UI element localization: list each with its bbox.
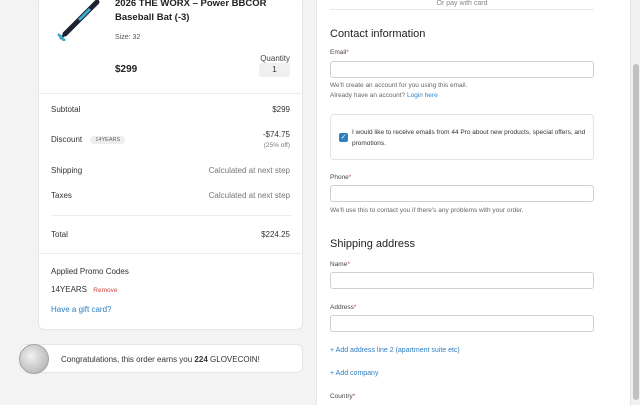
- country-label: Country*: [330, 393, 355, 400]
- required-mark: *: [353, 304, 357, 311]
- email-label: Email*: [330, 49, 349, 56]
- required-mark: *: [346, 49, 349, 56]
- name-field[interactable]: [330, 272, 594, 289]
- phone-label: Phone*: [330, 174, 351, 181]
- subtotal-label: Subtotal: [51, 105, 81, 114]
- divider: [51, 215, 292, 216]
- glovecoin-message: Congratulations, this order earns you 22…: [61, 355, 260, 364]
- divider: [39, 93, 304, 94]
- discount-code-badge: 14YEARS: [90, 135, 126, 144]
- pay-with-card-divider-text: Or pay with card: [436, 0, 488, 7]
- phone-label-text: Phone: [330, 174, 349, 181]
- name-label: Name*: [330, 261, 350, 268]
- discount-note: (25% off): [263, 142, 290, 149]
- login-link[interactable]: Login here: [407, 92, 438, 99]
- marketing-consent[interactable]: ✓ I would like to receive emails from 44…: [330, 114, 594, 160]
- consent-text: I would like to receive emails from 44 P…: [352, 129, 586, 147]
- shipping-label: Shipping: [51, 166, 83, 175]
- phone-field[interactable]: [330, 185, 594, 202]
- promo-codes-title: Applied Promo Codes: [51, 267, 129, 276]
- have-account-text: Already have an account?: [330, 92, 406, 99]
- email-help: We'll create an account for you using th…: [330, 81, 467, 101]
- required-mark: *: [348, 174, 352, 181]
- glovecoin-prefix: Congratulations, this order earns you: [61, 355, 193, 364]
- applied-promo-code: 14YEARS Remove: [51, 285, 117, 294]
- product-title: 2026 THE WORX – Power BBCOR Baseball Bat…: [115, 0, 267, 23]
- product-size: Size: 32: [115, 34, 141, 41]
- shipping-value: Calculated at next step: [208, 166, 290, 175]
- quantity-field[interactable]: 1: [259, 63, 290, 77]
- remove-promo-link[interactable]: Remove: [93, 287, 117, 294]
- email-label-text: Email: [330, 49, 347, 56]
- checkbox-checked-icon[interactable]: ✓: [339, 133, 348, 142]
- address-field[interactable]: [330, 315, 594, 332]
- address-label-text: Address: [330, 304, 354, 311]
- product-price: $299: [115, 64, 138, 75]
- glovecoin-banner: Congratulations, this order earns you 22…: [19, 344, 303, 374]
- shipping-section-title: Shipping address: [330, 238, 416, 250]
- taxes-label: Taxes: [51, 191, 72, 200]
- divider: [330, 9, 594, 10]
- contact-section-title: Contact information: [330, 28, 426, 40]
- taxes-value: Calculated at next step: [208, 191, 290, 200]
- page-scrollbar[interactable]: [630, 0, 640, 405]
- country-label-text: Country: [330, 393, 353, 400]
- checkout-form-column: Or pay with card Contact information Ema…: [316, 0, 630, 405]
- discount-row: Discount 14YEARS: [51, 135, 126, 144]
- discount-value: -$74.75: [262, 130, 290, 139]
- divider: [39, 253, 304, 254]
- discount-label: Discount: [51, 135, 83, 144]
- quantity-label: Quantity: [260, 54, 290, 63]
- email-field[interactable]: [330, 61, 594, 78]
- gift-card-link[interactable]: Have a gift card?: [51, 305, 111, 314]
- required-mark: *: [347, 261, 350, 268]
- name-label-text: Name: [330, 261, 348, 268]
- login-prompt: Already have an account? Login here: [330, 91, 467, 101]
- order-summary-card: 2026 THE WORX – Power BBCOR Baseball Bat…: [38, 0, 304, 330]
- required-mark: *: [352, 393, 356, 400]
- subtotal-value: $299: [272, 105, 290, 114]
- phone-help: We'll use this to contact you if there's…: [330, 207, 524, 214]
- add-company-link[interactable]: + Add company: [330, 370, 378, 377]
- glovecoin-suffix: GLOVECOIN!: [210, 355, 260, 364]
- glovecoin-amount: 224: [194, 355, 208, 364]
- promo-code-text: 14YEARS: [51, 285, 88, 294]
- scrollbar-thumb[interactable]: [633, 64, 639, 400]
- email-help-text: We'll create an account for you using th…: [330, 82, 468, 89]
- address-label: Address*: [330, 304, 356, 311]
- add-address-line-link[interactable]: + Add address line 2 (apartment suite et…: [330, 347, 460, 354]
- glovecoin-icon: [19, 344, 49, 374]
- total-label: Total: [51, 230, 68, 239]
- baseball-bat-image: [57, 0, 100, 41]
- total-value: $224.25: [261, 230, 290, 239]
- order-summary-column: 2026 THE WORX – Power BBCOR Baseball Bat…: [0, 0, 316, 405]
